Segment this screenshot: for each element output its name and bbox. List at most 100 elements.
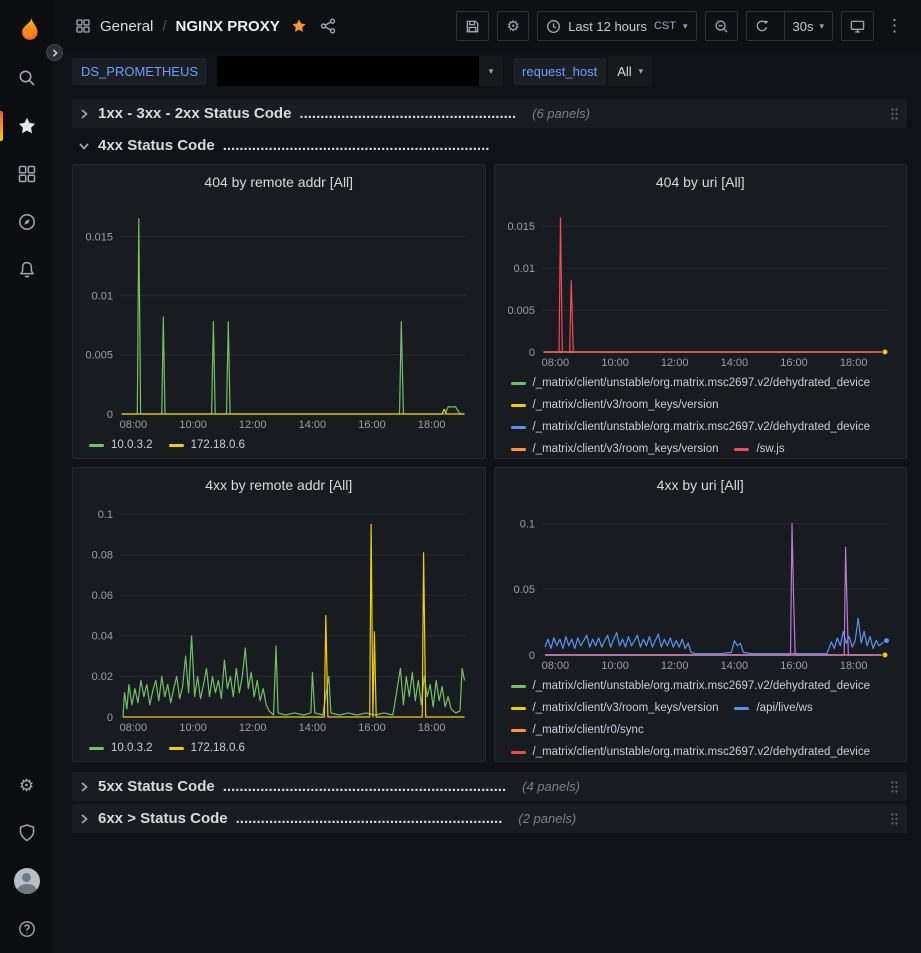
search-icon xyxy=(17,68,37,88)
save-dashboard-button[interactable] xyxy=(456,11,489,41)
timeseries-chart[interactable]: 00.020.040.060.080.108:0010:0012:0014:00… xyxy=(83,496,476,734)
legend-series-label: /_matrix/client/unstable/org.matrix.msc2… xyxy=(533,675,871,697)
legend-item[interactable]: /api/live/ws xyxy=(734,697,812,719)
sidebar-item-server-admin[interactable] xyxy=(0,809,53,857)
row-title-dots: ........................................… xyxy=(223,778,506,795)
datasource-variable-label[interactable]: DS_PROMETHEUS xyxy=(72,58,207,85)
row-header-4xx[interactable]: 4xx Status Code ........................… xyxy=(72,131,907,160)
sidebar-item-explore[interactable] xyxy=(0,198,53,246)
grafana-logo-icon[interactable] xyxy=(11,12,43,44)
row-title: 4xx Status Code xyxy=(98,137,215,154)
legend-series-marker xyxy=(734,448,749,451)
row-drag-handle-icon[interactable] xyxy=(890,107,899,121)
sidebar-expand-button[interactable] xyxy=(46,44,63,61)
row-drag-handle-icon[interactable] xyxy=(890,780,899,794)
chevron-right-icon xyxy=(78,781,90,793)
legend-series-label: /sw.js xyxy=(756,438,784,458)
legend-series-label: /_matrix/client/r0/sync xyxy=(533,719,644,741)
legend-item[interactable]: /_matrix/client/unstable/org.matrix.msc2… xyxy=(511,741,871,761)
request-host-variable-select[interactable]: All ▾ xyxy=(608,56,652,86)
share-dashboard-button[interactable] xyxy=(318,16,338,36)
breadcrumb-separator: / xyxy=(162,18,166,35)
legend-series-label: /_matrix/client/unstable/org.matrix.msc2… xyxy=(533,416,871,438)
timeseries-chart[interactable]: 00.0050.010.01508:0010:0012:0014:0016:00… xyxy=(505,193,898,369)
refresh-interval-picker[interactable]: 30s ▾ xyxy=(746,11,834,41)
svg-text:18:00: 18:00 xyxy=(839,660,867,672)
refresh-interval-dropdown[interactable]: 30s ▾ xyxy=(784,12,833,40)
legend-item[interactable]: /_matrix/client/unstable/org.matrix.msc2… xyxy=(511,416,871,438)
chart-area[interactable]: 00.050.108:0010:0012:0014:0016:0018:00 xyxy=(505,496,897,672)
share-icon xyxy=(320,18,336,34)
chart-area[interactable]: 00.0050.010.01508:0010:0012:0014:0016:00… xyxy=(505,193,897,369)
compass-icon xyxy=(17,212,37,232)
row-header-6xx[interactable]: 6xx > Status Code ......................… xyxy=(72,804,907,833)
sidebar-item-help[interactable] xyxy=(0,905,53,953)
svg-text:0.015: 0.015 xyxy=(85,231,113,243)
svg-text:0.015: 0.015 xyxy=(507,221,535,233)
avatar xyxy=(14,868,40,894)
time-range-picker[interactable]: Last 12 hours CST ▾ xyxy=(537,11,696,41)
favorite-star-button[interactable] xyxy=(289,16,309,36)
svg-text:12:00: 12:00 xyxy=(660,660,688,672)
star-filled-icon xyxy=(291,18,307,34)
legend-series-marker xyxy=(511,448,526,451)
kebab-menu-icon: ⋮ xyxy=(886,16,903,35)
chevron-right-icon xyxy=(51,49,59,57)
datasource-variable-select[interactable]: ▾ xyxy=(217,56,503,86)
top-navbar: General / NGINX PROXY xyxy=(53,0,921,52)
chart-area[interactable]: 00.020.040.060.080.108:0010:0012:0014:00… xyxy=(83,496,475,734)
row-header-1xx-3xx-2xx[interactable]: 1xx - 3xx - 2xx Status Code ............… xyxy=(72,99,907,128)
legend-item[interactable]: 10.0.3.2 xyxy=(89,737,153,759)
row-panel-count: (4 panels) xyxy=(522,779,580,794)
request-host-variable-label[interactable]: request_host xyxy=(513,58,606,85)
zoom-out-time-button[interactable] xyxy=(705,11,738,41)
legend-item[interactable]: /_matrix/client/unstable/org.matrix.msc2… xyxy=(511,372,871,394)
breadcrumb-folder[interactable]: General xyxy=(100,18,153,35)
panel-title[interactable]: 4xx by uri [All] xyxy=(505,474,897,496)
row-header-5xx[interactable]: 5xx Status Code ........................… xyxy=(72,772,907,801)
sidebar-item-configuration[interactable]: ⚙ xyxy=(0,761,53,809)
sidebar-item-starred[interactable] xyxy=(0,102,53,150)
dashboard-settings-button[interactable]: ⚙ xyxy=(497,11,529,41)
legend-item[interactable]: /_matrix/client/v3/room_keys/version xyxy=(511,697,719,719)
legend-item[interactable]: 10.0.3.2 xyxy=(89,434,153,456)
legend-series-marker xyxy=(734,707,749,710)
refresh-button[interactable] xyxy=(747,12,777,40)
legend-series-label: 172.18.0.6 xyxy=(191,434,245,456)
svg-text:14:00: 14:00 xyxy=(720,357,748,369)
svg-text:16:00: 16:00 xyxy=(780,357,808,369)
panel-title[interactable]: 404 by remote addr [All] xyxy=(83,171,475,193)
svg-text:0.08: 0.08 xyxy=(92,550,113,562)
panel-4xx-by-uri: 4xx by uri [All] 00.050.108:0010:0012:00… xyxy=(494,467,908,762)
more-options-button[interactable]: ⋮ xyxy=(882,17,907,36)
sidebar-item-alerting[interactable] xyxy=(0,246,53,294)
sidebar-item-dashboards[interactable] xyxy=(0,150,53,198)
panel-title[interactable]: 4xx by remote addr [All] xyxy=(83,474,475,496)
legend-item[interactable]: /_matrix/client/r0/sync xyxy=(511,719,644,741)
sidebar: ⚙ xyxy=(0,0,53,953)
tv-mode-button[interactable] xyxy=(841,11,874,41)
chart-area[interactable]: 00.0050.010.01508:0010:0012:0014:0016:00… xyxy=(83,193,475,431)
svg-text:14:00: 14:00 xyxy=(299,419,327,431)
legend-item[interactable]: 172.18.0.6 xyxy=(169,434,245,456)
svg-text:0.005: 0.005 xyxy=(507,305,535,317)
legend-item[interactable]: 172.18.0.6 xyxy=(169,737,245,759)
request-host-variable: request_host All ▾ xyxy=(513,56,652,86)
panel-legend: /_matrix/client/unstable/org.matrix.msc2… xyxy=(505,672,897,761)
zoom-out-icon xyxy=(714,19,729,34)
clock-icon xyxy=(546,19,561,34)
svg-text:18:00: 18:00 xyxy=(839,357,867,369)
legend-item[interactable]: /_matrix/client/v3/room_keys/version xyxy=(511,394,719,416)
dashboard-title[interactable]: NGINX PROXY xyxy=(176,18,280,35)
sidebar-item-profile[interactable] xyxy=(0,857,53,905)
legend-item[interactable]: /sw.js xyxy=(734,438,784,458)
dashboard-canvas: 1xx - 3xx - 2xx Status Code ............… xyxy=(53,90,921,953)
sidebar-item-search[interactable] xyxy=(0,54,53,102)
legend-item[interactable]: /_matrix/client/v3/room_keys/version xyxy=(511,438,719,458)
timeseries-chart[interactable]: 00.0050.010.01508:0010:0012:0014:0016:00… xyxy=(83,193,476,431)
row-drag-handle-icon[interactable] xyxy=(890,812,899,826)
svg-text:16:00: 16:00 xyxy=(780,660,808,672)
panel-title[interactable]: 404 by uri [All] xyxy=(505,171,897,193)
legend-item[interactable]: /_matrix/client/unstable/org.matrix.msc2… xyxy=(511,675,871,697)
timeseries-chart[interactable]: 00.050.108:0010:0012:0014:0016:0018:00 xyxy=(505,496,898,672)
